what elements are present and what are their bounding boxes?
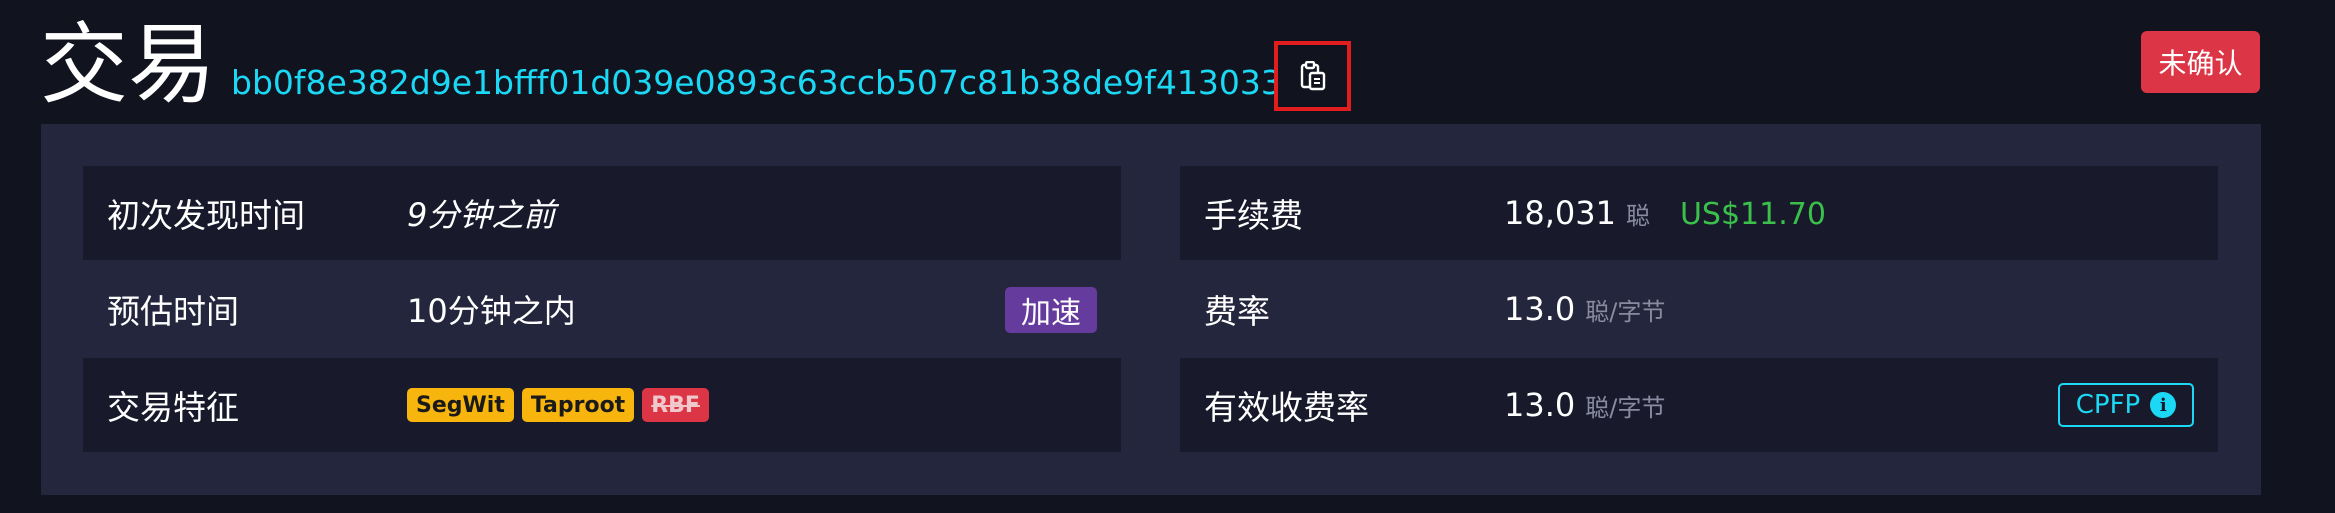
feerate-value: 13.0	[1504, 290, 1576, 328]
accelerate-button[interactable]: 加速	[1005, 287, 1097, 333]
cpfp-label: CPFP	[2075, 390, 2141, 420]
fee-value-group: 18,031 聪 US$11.70	[1504, 194, 1826, 232]
eta-label: 预估时间	[107, 292, 239, 331]
details-left-column: 初次发现时间 9分钟之前 预估时间 10分钟之内 加速 交易特征 SegWit …	[83, 166, 1121, 454]
segwit-tag[interactable]: SegWit	[407, 388, 514, 422]
feerate-unit: 聪/字节	[1585, 298, 1666, 326]
feerate-value-group: 13.0 聪/字节	[1504, 290, 1665, 328]
eta-value: 10分钟之内	[407, 292, 576, 330]
first-seen-label: 初次发现时间	[107, 196, 305, 235]
fee-usd: US$11.70	[1679, 197, 1826, 232]
effective-feerate-value: 13.0	[1504, 386, 1576, 424]
page-header: 交易 bb0f8e382d9e1bfff01d039e0893c63ccb507…	[0, 0, 2335, 125]
eta-row: 预估时间 10分钟之内 加速	[83, 262, 1121, 356]
details-right-column: 手续费 18,031 聪 US$11.70 费率 13.0 聪/字节 有效收费率…	[1180, 166, 2218, 454]
features-label: 交易特征	[107, 388, 239, 427]
feature-tags: SegWit Taproot RBF	[407, 388, 709, 422]
features-row: 交易特征 SegWit Taproot RBF	[83, 358, 1121, 452]
rbf-tag[interactable]: RBF	[642, 388, 709, 422]
info-icon: i	[2150, 392, 2177, 418]
fee-value: 18,031	[1504, 194, 1616, 232]
fee-label: 手续费	[1204, 196, 1303, 235]
page-title: 交易	[40, 13, 217, 116]
cpfp-button[interactable]: CPFP i	[2058, 383, 2194, 427]
feerate-row: 费率 13.0 聪/字节	[1180, 262, 2218, 356]
transaction-id-link[interactable]: bb0f8e382d9e1bfff01d039e0893c63ccb507c81…	[231, 63, 1276, 103]
taproot-tag[interactable]: Taproot	[521, 388, 635, 422]
fee-unit: 聪	[1625, 202, 1650, 230]
first-seen-row: 初次发现时间 9分钟之前	[83, 166, 1121, 260]
status-badge: 未确认	[2141, 31, 2260, 93]
copy-txid-button[interactable]	[1274, 41, 1351, 111]
clipboard-copy-icon	[1300, 61, 1325, 91]
effective-feerate-unit: 聪/字节	[1585, 394, 1666, 422]
transaction-details-panel: 初次发现时间 9分钟之前 预估时间 10分钟之内 加速 交易特征 SegWit …	[41, 124, 2261, 495]
effective-feerate-row: 有效收费率 13.0 聪/字节 CPFP i	[1180, 358, 2218, 452]
effective-feerate-label: 有效收费率	[1204, 388, 1369, 427]
first-seen-value: 9分钟之前	[407, 196, 556, 234]
fee-row: 手续费 18,031 聪 US$11.70	[1180, 166, 2218, 260]
effective-feerate-value-group: 13.0 聪/字节	[1504, 386, 1665, 424]
feerate-label: 费率	[1204, 292, 1270, 331]
